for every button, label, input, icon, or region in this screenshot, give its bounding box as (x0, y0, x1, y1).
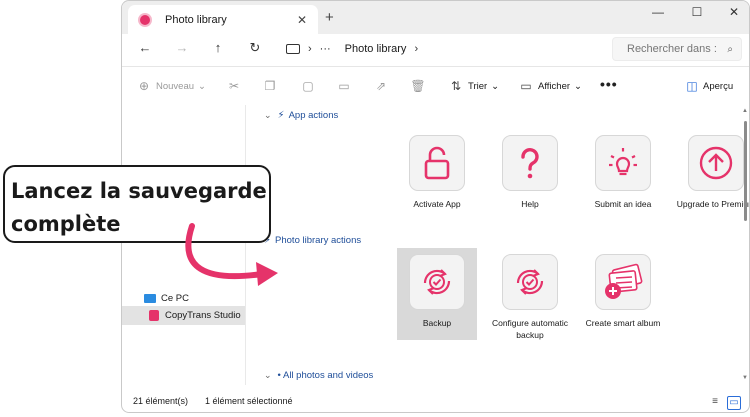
callout-arrow-icon (185, 223, 278, 286)
